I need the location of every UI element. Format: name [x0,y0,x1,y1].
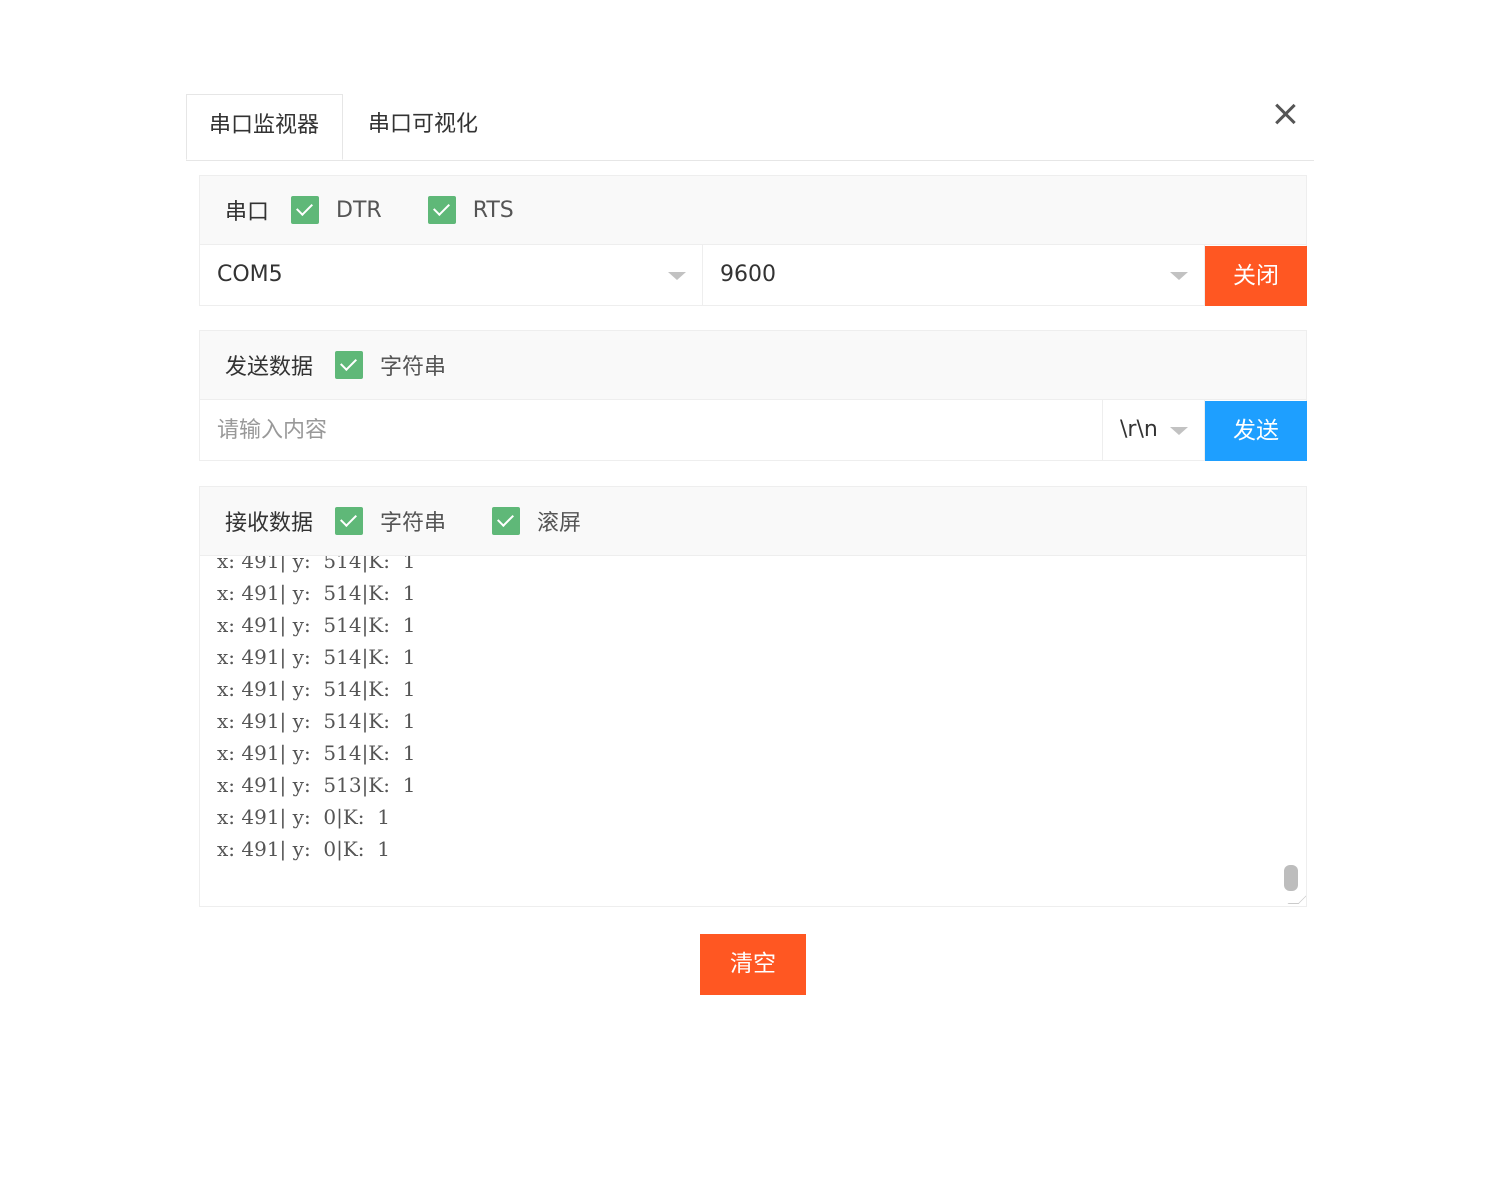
scrollbar-thumb[interactable] [1284,865,1298,891]
dtr-checkbox[interactable]: DTR [291,196,382,224]
dropdown-arrow-icon [1170,272,1188,280]
receive-string-checkbox[interactable]: 字符串 [335,505,446,537]
send-data-title: 发送数据 [225,355,314,380]
send-string-label: 字符串 [380,355,447,380]
serial-port-controls: COM5 9600 关闭 [200,245,1307,306]
log-line: x: 491| y: 514|K: 1 [217,613,416,637]
receive-data-header: 接收数据 字符串 滚屏 [200,487,1306,556]
receive-data-title: 接收数据 [225,511,314,536]
check-icon [335,351,364,379]
close-port-button[interactable]: 关闭 [1205,246,1307,306]
log-line: x: 491| y: 514|K: 1 [217,677,416,701]
log-line: x: 491| y: 0|K: 1 [217,837,390,861]
log-line: x: 491| y: 514|K: 1 [217,709,416,733]
baud-rate-value: 9600 [720,262,776,287]
send-string-checkbox[interactable]: 字符串 [335,349,446,381]
serial-port-header: 串口 DTR RTS [200,176,1306,245]
dropdown-arrow-icon [1170,427,1188,435]
line-ending-select[interactable]: \r\n [1103,400,1205,460]
send-data-panel: 发送数据 字符串 \r\n 发送 [199,330,1307,461]
send-controls: \r\n 发送 [200,400,1307,461]
check-icon [291,196,320,224]
rts-checkbox[interactable]: RTS [427,196,514,224]
check-icon [335,507,364,535]
log-line: x: 491| y: 514|K: 1 [217,741,416,765]
check-icon [492,507,521,535]
receive-log[interactable]: x: 491| y: 514|K: 1 x: 491| y: 514|K: 1 … [200,556,1306,906]
send-data-header: 发送数据 字符串 [200,331,1306,400]
tab-serial-visualization[interactable]: 串口可视化 [346,94,500,160]
clear-button[interactable]: 清空 [700,934,806,995]
receive-string-label: 字符串 [380,511,447,536]
tab-bar: 串口监视器 串口可视化 [186,94,1314,161]
dropdown-arrow-icon [668,272,686,280]
log-line: x: 491| y: 513|K: 1 [217,773,416,797]
close-icon[interactable] [1268,98,1302,132]
resize-handle-icon[interactable] [1287,893,1306,904]
log-line: x: 491| y: 514|K: 1 [217,581,416,605]
autoscroll-checkbox[interactable]: 滚屏 [492,505,581,537]
dtr-label: DTR [336,197,382,223]
autoscroll-label: 滚屏 [537,511,582,536]
serial-port-panel: 串口 DTR RTS COM5 9600 关闭 [199,175,1307,306]
log-line: x: 491| y: 0|K: 1 [217,805,390,829]
receive-data-panel: 接收数据 字符串 滚屏 x: 491| y: 514|K: 1 x: 491| … [199,486,1307,907]
log-lines: x: 491| y: 514|K: 1 x: 491| y: 514|K: 1 … [200,556,1306,865]
rts-label: RTS [472,197,514,223]
send-input[interactable] [200,400,1103,460]
serial-port-title: 串口 [225,200,270,225]
log-line: x: 491| y: 514|K: 1 [217,645,416,669]
log-line: x: 491| y: 514|K: 1 [217,556,416,573]
tab-serial-monitor[interactable]: 串口监视器 [186,94,343,160]
port-value: COM5 [217,262,283,287]
line-ending-value: \r\n [1120,417,1158,442]
baud-rate-select[interactable]: 9600 [703,245,1205,305]
port-select[interactable]: COM5 [200,245,703,305]
send-button[interactable]: 发送 [1205,401,1307,461]
check-icon [427,196,456,224]
